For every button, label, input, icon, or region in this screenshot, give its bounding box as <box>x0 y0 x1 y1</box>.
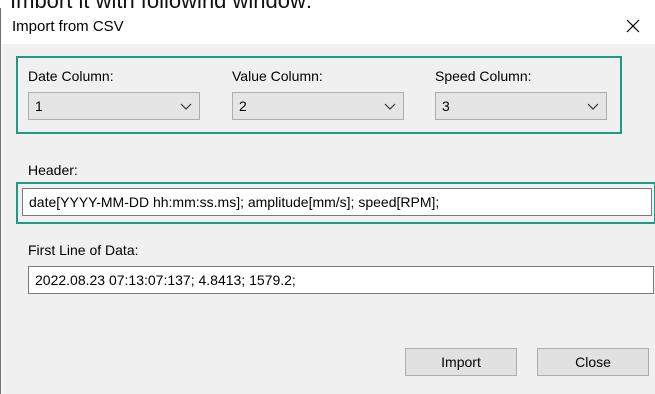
chevron-down-icon <box>587 103 599 110</box>
dialog-body: Date Column: 1 Value Column: 2 Speed Col… <box>2 44 655 394</box>
header-field[interactable]: date[YYYY-MM-DD hh:mm:ss.ms]; amplitude[… <box>22 188 652 216</box>
chevron-down-icon <box>180 103 192 110</box>
date-column-value: 1 <box>35 98 43 114</box>
header-label: Header: <box>28 162 78 178</box>
date-column-label: Date Column: <box>28 68 114 84</box>
import-button[interactable]: Import <box>405 348 517 376</box>
first-line-field-text: 2022.08.23 07:13:07:137; 4.8413; 1579.2; <box>35 272 296 288</box>
close-icon <box>626 19 640 33</box>
speed-column-value: 3 <box>442 98 450 114</box>
import-dialog: Import from CSV Date Column: 1 Value Col… <box>0 8 655 394</box>
speed-column-label: Speed Column: <box>435 68 532 84</box>
speed-column-select[interactable]: 3 <box>435 92 607 120</box>
window-title: Import from CSV <box>12 18 124 35</box>
close-window-button[interactable] <box>610 8 655 44</box>
first-line-label: First Line of Data: <box>28 242 139 258</box>
header-field-text: date[YYYY-MM-DD hh:mm:ss.ms]; amplitude[… <box>29 194 440 210</box>
chevron-down-icon <box>384 103 396 110</box>
title-bar: Import from CSV <box>1 8 655 44</box>
first-line-field[interactable]: 2022.08.23 07:13:07:137; 4.8413; 1579.2; <box>28 266 654 294</box>
value-column-value: 2 <box>239 98 247 114</box>
value-column-select[interactable]: 2 <box>232 92 404 120</box>
value-column-label: Value Column: <box>232 68 323 84</box>
date-column-select[interactable]: 1 <box>28 92 200 120</box>
close-button[interactable]: Close <box>537 348 649 376</box>
